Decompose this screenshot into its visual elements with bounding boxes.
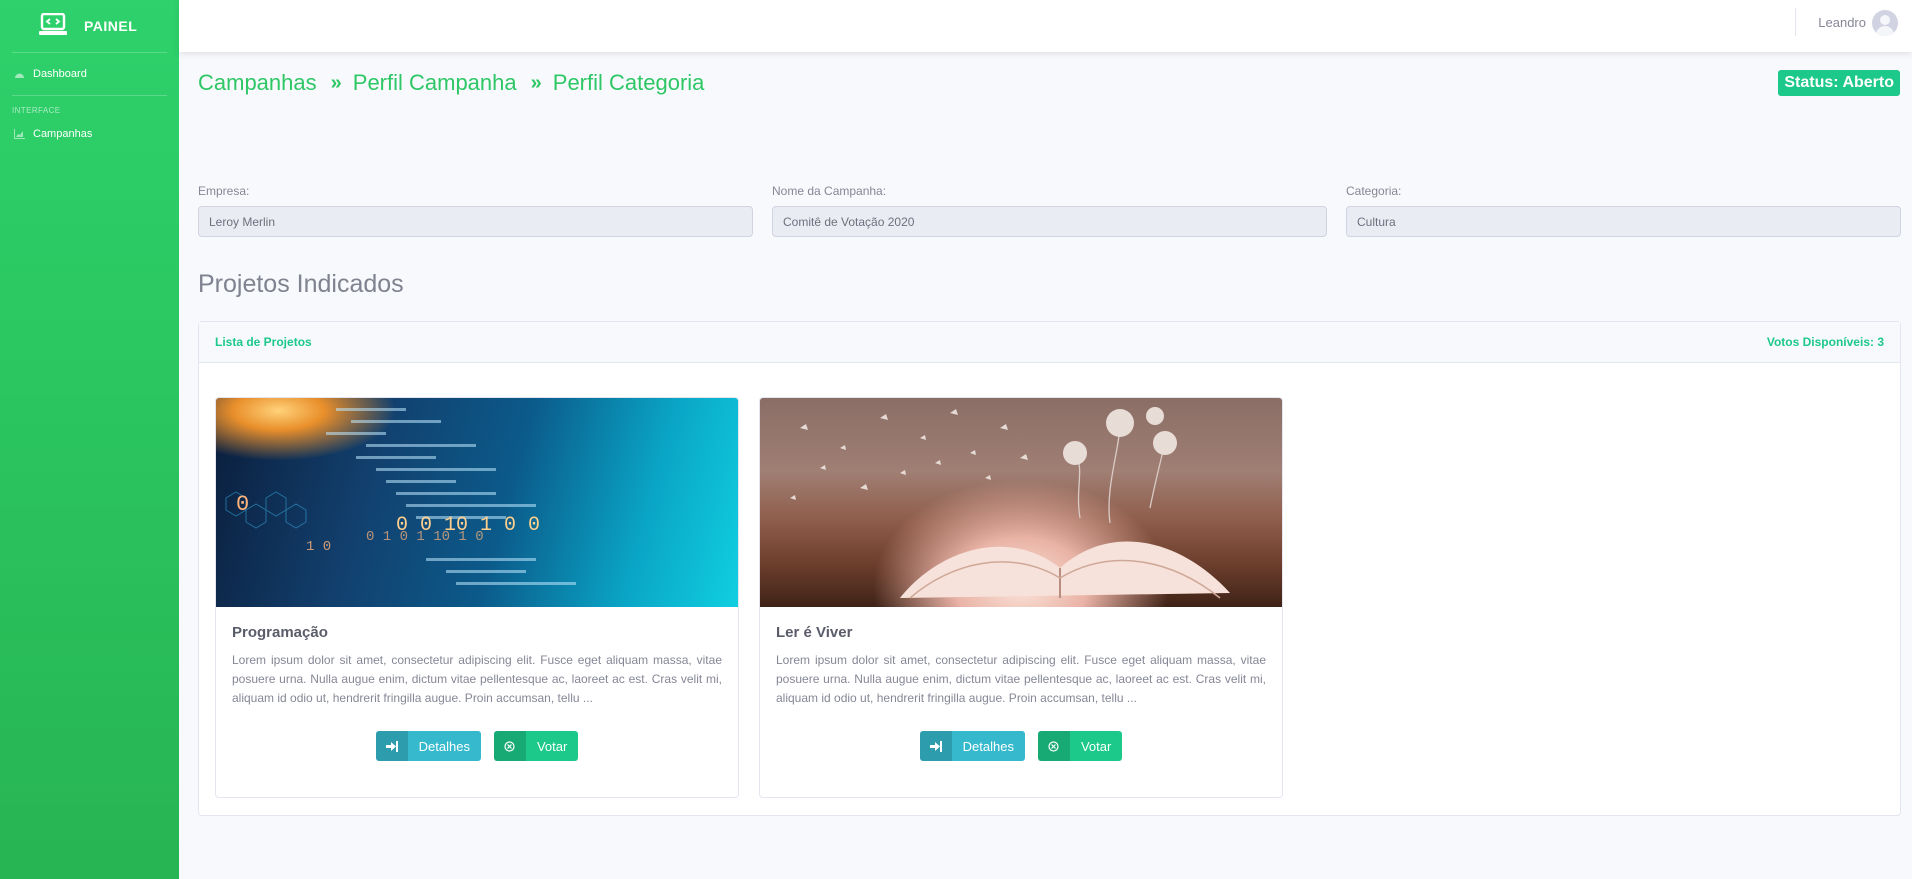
sidebar: PAINEL Dashboard INTERFACE Campanhas	[0, 0, 179, 879]
user-name[interactable]: Leandro	[1818, 15, 1866, 30]
project-image: 0 1 0 0 0 10 1 0 0 0 1 0 1 10 1 0	[216, 398, 738, 607]
list-title: Lista de Projetos	[215, 335, 312, 349]
empresa-label: Empresa:	[198, 184, 250, 198]
breadcrumb-separator-icon: »	[330, 71, 342, 94]
laptop-code-icon	[38, 12, 68, 39]
votes-available: Votos Disponíveis: 3	[1766, 335, 1884, 349]
card-header: Lista de Projetos Votos Disponíveis: 3	[199, 322, 1900, 363]
svg-text:1 0: 1 0	[306, 539, 331, 555]
topbar-divider	[1795, 8, 1796, 36]
sidebar-heading: INTERFACE	[12, 106, 61, 115]
project-title: Programação	[232, 624, 328, 641]
project-description: Lorem ipsum dolor sit amet, consectetur …	[232, 653, 722, 705]
sidebar-item-dashboard[interactable]: Dashboard	[0, 53, 179, 95]
breadcrumb-separator-icon: »	[530, 71, 542, 94]
sidebar-item-campanhas[interactable]: Campanhas	[0, 119, 179, 149]
times-circle-icon	[493, 731, 526, 761]
project-title: Ler é Viver	[776, 624, 853, 641]
sidebar-item-label: Campanhas	[33, 128, 93, 140]
vote-label: Votar	[536, 738, 568, 754]
campanha-label: Nome da Campanha:	[772, 184, 887, 198]
empresa-field-group: Empresa: Leroy Merlin	[198, 184, 753, 237]
details-label: Detalhes	[418, 738, 470, 754]
topbar: Leandro	[179, 0, 1912, 52]
categoria-field: Cultura	[1346, 206, 1901, 237]
tachometer-icon	[14, 69, 25, 79]
projects-card: Lista de Projetos Votos Disponíveis: 3 0…	[198, 321, 1901, 816]
status-badge: Status: Aberto	[1778, 70, 1900, 96]
categoria-label: Categoria:	[1346, 184, 1402, 198]
breadcrumb: Campanhas » Perfil Campanha » Perfil Cat…	[198, 70, 704, 96]
details-button[interactable]: Detalhes	[919, 731, 1025, 761]
categoria-field-group: Categoria: Cultura	[1346, 184, 1901, 237]
project-description: Lorem ipsum dolor sit amet, consectetur …	[776, 653, 1266, 705]
campanha-field: Comitê de Votação 2020	[772, 206, 1327, 237]
breadcrumb-perfil-categoria: Perfil Categoria	[552, 70, 705, 95]
sidebar-brand[interactable]: PAINEL	[0, 0, 179, 52]
sign-in-icon	[919, 731, 952, 761]
details-button[interactable]: Detalhes	[375, 731, 481, 761]
project-card: Ler é Viver Lorem ipsum dolor sit amet, …	[759, 397, 1283, 798]
project-actions: Detalhes Votar	[216, 731, 738, 761]
vote-label: Votar	[1080, 738, 1112, 754]
svg-text:0 1 0 1 10 1 0: 0 1 0 1 10 1 0	[366, 529, 484, 545]
svg-text:0: 0	[236, 492, 249, 517]
sign-in-icon	[375, 731, 408, 761]
details-label: Detalhes	[962, 738, 1014, 754]
vote-button[interactable]: Votar	[1037, 731, 1123, 761]
chart-area-icon	[14, 129, 25, 139]
project-image	[760, 398, 1282, 607]
project-actions: Detalhes Votar	[760, 731, 1282, 761]
times-circle-icon	[1037, 731, 1070, 761]
user-circle-icon[interactable]	[1872, 10, 1898, 36]
campanha-field-group: Nome da Campanha: Comitê de Votação 2020	[772, 184, 1327, 237]
sidebar-item-label: Dashboard	[33, 68, 87, 80]
empresa-field: Leroy Merlin	[198, 206, 753, 237]
section-title: Projetos Indicados	[198, 270, 404, 298]
vote-button[interactable]: Votar	[493, 731, 579, 761]
project-card: 0 1 0 0 0 10 1 0 0 0 1 0 1 10 1 0 Progra…	[215, 397, 739, 798]
breadcrumb-perfil-campanha[interactable]: Perfil Campanha	[353, 70, 517, 96]
brand-text: PAINEL	[84, 18, 138, 34]
breadcrumb-campanhas[interactable]: Campanhas	[198, 70, 317, 96]
